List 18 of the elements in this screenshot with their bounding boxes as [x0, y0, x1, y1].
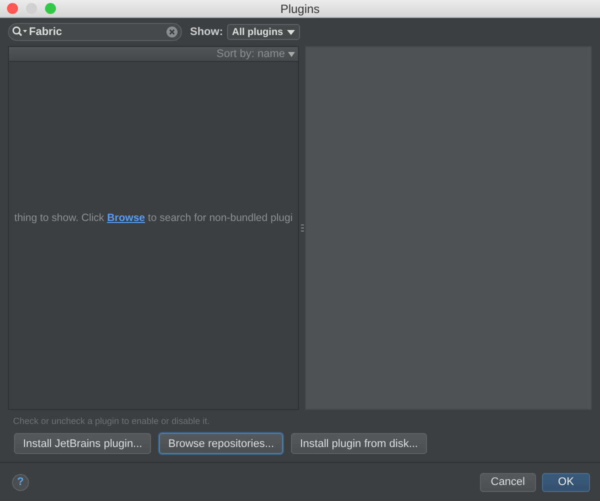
search-icon: [12, 26, 28, 38]
empty-message: thing to show. Click Browse to search for non-bundled plugi: [14, 212, 293, 224]
caret-icon: [288, 52, 295, 56]
search-field[interactable]: Fabric: [8, 23, 182, 41]
show-label: Show:: [190, 26, 223, 38]
caret-icon: [287, 30, 296, 34]
clear-icon[interactable]: [166, 26, 178, 38]
filter-dropdown[interactable]: All plugins: [227, 24, 300, 40]
action-button[interactable]: Install JetBrains plugin...: [14, 433, 152, 454]
dialog-button[interactable]: Cancel: [480, 472, 536, 492]
dialog-button[interactable]: OK: [542, 472, 590, 492]
zoom-icon[interactable]: [45, 3, 56, 14]
window-title: Plugins: [280, 2, 320, 16]
action-button[interactable]: Install plugin from disk...: [291, 433, 427, 454]
action-button[interactable]: Browse repositories...: [159, 433, 283, 454]
help-button[interactable]: ?: [12, 474, 29, 490]
close-icon[interactable]: [7, 3, 18, 14]
browse-link[interactable]: Browse: [107, 212, 146, 224]
